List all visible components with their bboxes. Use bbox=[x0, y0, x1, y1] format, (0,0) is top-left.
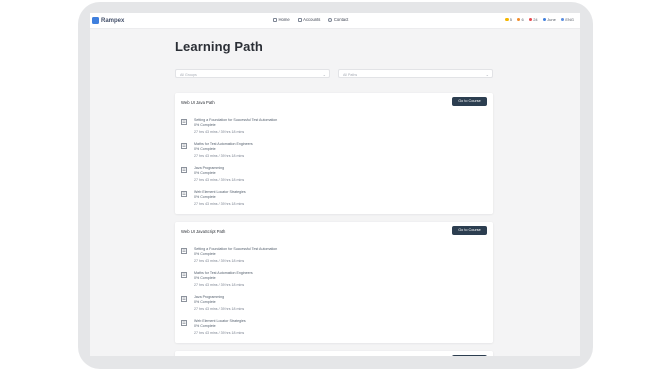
paths-select[interactable]: All Paths ⌄ bbox=[338, 69, 493, 78]
course-progress: 0% Complete bbox=[194, 300, 216, 304]
nav-home-label: Home bbox=[278, 17, 290, 22]
top-navbar: Rampex Home Accounts Contact 5 6 24 June… bbox=[90, 13, 580, 29]
course-time: 27 hrs 43 mins / 39 hrs 18 mins bbox=[194, 130, 245, 134]
course-progress: 0% Complete bbox=[194, 195, 216, 199]
path-card: Web UI Java Path Go to Course Setting a … bbox=[175, 93, 493, 214]
streak-icon bbox=[505, 17, 509, 22]
header-stats: 5 6 24 June ENG bbox=[505, 17, 574, 22]
logo-icon bbox=[92, 17, 99, 24]
chevron-down-icon: ⌄ bbox=[322, 72, 326, 77]
heart-icon bbox=[528, 17, 533, 22]
course-name: Maths for Test Automation Engineers bbox=[194, 271, 253, 275]
course-name: Web Element Locator Strategies bbox=[194, 190, 246, 194]
course-progress: 0% Complete bbox=[194, 171, 216, 175]
course-progress: 0% Complete bbox=[194, 276, 216, 280]
stat-language[interactable]: ENG bbox=[560, 17, 574, 22]
course-time: 27 hrs 43 mins / 39 hrs 18 mins bbox=[194, 331, 245, 335]
course-name: Setting a Foundation for Successful Test… bbox=[194, 247, 278, 251]
book-icon bbox=[181, 320, 187, 326]
brand-name: Rampex bbox=[101, 17, 125, 24]
course-time: 27 hrs 43 mins / 39 hrs 18 mins bbox=[194, 178, 245, 182]
chevron-down-icon: ⌄ bbox=[485, 72, 489, 77]
nav-contact-label: Contact bbox=[333, 17, 349, 22]
nav-accounts[interactable]: Accounts bbox=[297, 17, 321, 22]
stat-hearts-value: 24 bbox=[533, 17, 538, 22]
main-nav: Home Accounts Contact bbox=[273, 17, 348, 22]
user-icon bbox=[542, 17, 547, 22]
book-icon bbox=[181, 191, 187, 197]
path-title: Web UI JavaScript Path bbox=[181, 229, 226, 234]
course-time: 27 hrs 43 mins / 39 hrs 18 mins bbox=[194, 154, 245, 158]
stat-fire-value: 6 bbox=[521, 17, 524, 22]
book-icon bbox=[181, 119, 187, 125]
stat-fire[interactable]: 6 bbox=[516, 17, 524, 22]
brand-logo[interactable]: Rampex bbox=[92, 16, 124, 25]
nav-accounts-label: Accounts bbox=[303, 17, 321, 22]
language-icon bbox=[560, 17, 565, 22]
book-icon bbox=[181, 143, 187, 149]
stat-streak[interactable]: 5 bbox=[505, 17, 512, 22]
book-icon bbox=[181, 272, 187, 278]
course-name: Java Programming bbox=[194, 295, 225, 299]
path-card: Web UI JavaScript Path Go to Course Sett… bbox=[175, 222, 493, 343]
stat-user-value: June bbox=[547, 17, 556, 22]
groups-select-value: All Groups bbox=[180, 72, 197, 77]
course-name: Web Element Locator Strategies bbox=[194, 319, 246, 323]
path-title: Web UI Java Path bbox=[181, 100, 215, 105]
stat-language-value: ENG bbox=[565, 17, 574, 22]
contact-icon bbox=[328, 17, 333, 22]
course-progress: 0% Complete bbox=[194, 147, 216, 151]
course-time: 27 hrs 43 mins / 39 hrs 18 mins bbox=[194, 307, 245, 311]
stat-streak-value: 5 bbox=[509, 17, 512, 22]
book-icon bbox=[181, 296, 187, 302]
fire-icon bbox=[516, 17, 521, 22]
groups-select[interactable]: All Groups ⌄ bbox=[175, 69, 330, 78]
course-time: 27 hrs 43 mins / 39 hrs 18 mins bbox=[194, 259, 245, 263]
course-progress: 0% Complete bbox=[194, 324, 216, 328]
book-icon bbox=[181, 167, 187, 173]
stat-hearts[interactable]: 24 bbox=[528, 17, 538, 22]
home-icon bbox=[273, 17, 277, 22]
page-title: Learning Path bbox=[175, 39, 263, 54]
go-to-course-button[interactable]: Go to Course bbox=[452, 226, 487, 235]
course-name: Setting a Foundation for Successful Test… bbox=[194, 118, 278, 122]
nav-home[interactable]: Home bbox=[273, 17, 290, 22]
go-to-course-button[interactable]: Go to Course bbox=[452, 97, 487, 106]
course-time: 27 hrs 43 mins / 39 hrs 18 mins bbox=[194, 202, 245, 206]
course-name: Java Programming bbox=[194, 166, 225, 170]
paths-select-value: All Paths bbox=[343, 72, 358, 77]
course-time: 27 hrs 43 mins / 39 hrs 18 mins bbox=[194, 283, 245, 287]
course-progress: 0% Complete bbox=[194, 123, 216, 127]
app-screen: Rampex Home Accounts Contact 5 6 24 June… bbox=[90, 13, 580, 356]
course-name: Maths for Test Automation Engineers bbox=[194, 142, 253, 146]
nav-contact[interactable]: Contact bbox=[328, 17, 348, 22]
accounts-icon bbox=[297, 17, 302, 22]
go-to-course-button-partial[interactable] bbox=[452, 355, 487, 356]
book-icon bbox=[181, 248, 187, 254]
path-card-partial bbox=[175, 351, 493, 356]
stat-user[interactable]: June bbox=[542, 17, 556, 22]
course-progress: 0% Complete bbox=[194, 252, 216, 256]
